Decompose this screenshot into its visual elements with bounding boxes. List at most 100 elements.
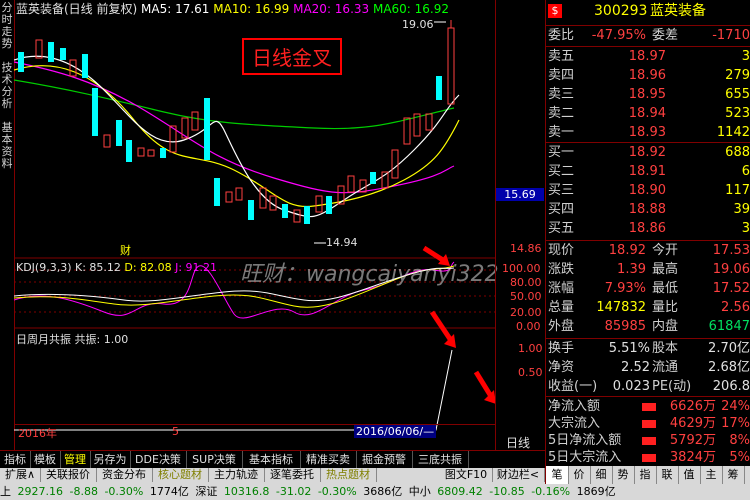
func-tick-order[interactable]: 逐笔委托 (264, 468, 321, 482)
index-ticker-item: -10.85 (489, 485, 529, 498)
index-ticker-item: -0.16% (531, 485, 574, 498)
buy-volume: 117 (725, 183, 750, 198)
ma-legend: MA5: 17.61 MA10: 16.99 MA20: 16.33 MA60:… (141, 2, 449, 16)
vtab-fundamentals[interactable]: 基本资料 (0, 122, 14, 170)
index-ticker-item: 3686亿 (363, 485, 406, 498)
flow-cell: 5792万 (669, 433, 716, 448)
flow-cell: 8% (729, 433, 750, 448)
stat-cell: 今开 (652, 243, 679, 258)
flow-bar (642, 420, 656, 428)
stat-row: 现价 18.92 今开 17.53 (546, 242, 750, 260)
flow-cell: 5日大宗流入 (548, 450, 622, 465)
tab-dde[interactable]: DDE决策 (130, 451, 187, 469)
sell-row: 卖三 18.95 655 (546, 86, 750, 104)
quote-header: $ 300293 蓝英装备 (546, 2, 750, 24)
stock-code: 300293 (594, 3, 648, 19)
index-ticker-item: -8.88 (69, 485, 102, 498)
stat2-cell: PE(动) (652, 379, 692, 394)
price-tick-low: 14.86 (510, 242, 542, 255)
quote-bottom-tab[interactable]: 细 (590, 466, 613, 484)
sell-volume: 3 (741, 49, 750, 64)
quote-bottom-tabs: 笔价细势指联值主筹 (546, 466, 750, 484)
stat-cell: 85985 (604, 319, 646, 334)
tab-save-as[interactable]: 另存为 (90, 451, 131, 469)
tab-manage[interactable]: 管理 (60, 451, 91, 469)
func-fund-distribution[interactable]: 资金分布 (96, 468, 153, 482)
kdj-tick-0: 0.00 (516, 320, 541, 333)
quote-bottom-tab[interactable]: 筹 (722, 466, 745, 484)
index-ticker-item: 上 (0, 485, 15, 498)
tab-indicator[interactable]: 指标 (0, 451, 31, 469)
stat2-cell: 2.70亿 (708, 341, 750, 356)
sell-label: 卖三 (548, 87, 575, 102)
quote-bottom-tab[interactable]: 势 (612, 466, 635, 484)
chart-title: 蓝英装备(日线 前复权) (16, 2, 138, 16)
quote-bottom-tab[interactable]: 联 (656, 466, 679, 484)
buy-label: 买四 (548, 202, 575, 217)
buy-label: 买三 (548, 183, 575, 198)
price-high-label: 19.06 (402, 18, 434, 31)
func-sidebar[interactable]: 财边栏< (492, 468, 545, 482)
resonance-value: 共振: 1.00 (74, 333, 129, 346)
sell-row: 卖五 18.97 3 (546, 48, 750, 66)
kline-chart-area[interactable]: 蓝英装备(日线 前复权) MA5: 17.61 MA10: 16.99 MA20… (14, 0, 499, 455)
func-expand[interactable]: 扩展∧ (0, 468, 41, 482)
sell-price: 18.93 (628, 125, 666, 140)
current-date: 2016/06/06/— (354, 425, 437, 438)
tab-basic-indicator[interactable]: 基本指标 (242, 451, 301, 469)
quote-bottom-tab[interactable]: 值 (678, 466, 701, 484)
stat-cell: 19.06 (712, 262, 750, 277)
quote-badge-icon: $ (548, 4, 562, 18)
quote-bottom-tab[interactable]: 价 (568, 466, 591, 484)
tab-sup[interactable]: SUP决策 (186, 451, 243, 469)
vtab-intraday[interactable]: 分时走势 (0, 2, 14, 50)
candles (18, 20, 455, 224)
stock-name: 蓝英装备 (650, 3, 706, 19)
kdj-legend: KDJ(9,3,3) K: 85.12 D: 82.08 J: 91.21 (16, 261, 217, 274)
buy-price: 18.91 (628, 164, 666, 179)
stat-row: 总量 147832 量比 2.56 (546, 299, 750, 317)
finance-marker[interactable]: 财 (120, 242, 131, 258)
sell-row: 卖一 18.93 1142 (546, 124, 750, 142)
tab-template[interactable]: 模板 (30, 451, 61, 469)
tab-gold-alert[interactable]: 掘金预警 (356, 451, 413, 469)
stat-row: 外盘 85985 内盘 61847 (546, 318, 750, 336)
func-core-theme[interactable]: 核心题材 (152, 468, 209, 482)
quote-panel: $ 300293 蓝英装备 委比 -47.95% 委差 -1710 卖五 18.9… (545, 0, 750, 484)
sell-label: 卖一 (548, 125, 575, 140)
tab-precise-trade[interactable]: 精准买卖 (300, 451, 357, 469)
sell-price: 18.96 (628, 68, 666, 83)
quote-bottom-tab[interactable]: 笔 (546, 466, 569, 484)
quote-bottom-tab[interactable]: 主 (700, 466, 723, 484)
sell-price: 18.95 (628, 87, 666, 102)
func-f10[interactable]: 图文F10 (440, 468, 493, 482)
sell-volume: 523 (725, 106, 750, 121)
flow-cell: 5% (729, 450, 750, 465)
quote-bottom-tab[interactable]: 指 (634, 466, 657, 484)
flow-bar (642, 454, 656, 462)
stat-cell: 61847 (708, 319, 750, 334)
func-hot-theme[interactable]: 热点题材 (320, 468, 377, 482)
period-label[interactable]: 日线 (506, 434, 530, 451)
flow-bar (642, 403, 656, 411)
func-related-quote[interactable]: 关联报价 (40, 468, 97, 482)
index-ticker-item: -0.30% (317, 485, 361, 498)
index-ticker-item: 6809.42 (437, 485, 487, 498)
index-ticker-item: 中小 (408, 485, 435, 498)
golden-cross-annotation: 日线金叉 (242, 38, 342, 75)
function-bar: 扩展∧ 关联报价 资金分布 核心题材 主力轨迹 逐笔委托 热点题材 图文F10 … (0, 468, 545, 484)
buy-price: 18.90 (628, 183, 666, 198)
func-main-track[interactable]: 主力轨迹 (208, 468, 265, 482)
stat2-cell: 收益(一) (548, 379, 598, 394)
tab-three-bottom[interactable]: 三底共振 (412, 451, 469, 469)
vtab-technical[interactable]: 技术分析 (0, 62, 14, 110)
index-ticker-item: -0.30% (104, 485, 147, 498)
stat-cell: 现价 (548, 243, 575, 258)
kdj-tick-20: 20.00 (510, 306, 542, 319)
index-ticker-item: 深证 (195, 485, 221, 498)
kdj-tick-100: 100.00 (502, 262, 541, 275)
flow-cell: 净流入额 (548, 399, 601, 414)
buy-label: 买二 (548, 164, 575, 179)
buy-row: 买三 18.90 117 (546, 182, 750, 200)
buy-row: 买二 18.91 6 (546, 163, 750, 181)
